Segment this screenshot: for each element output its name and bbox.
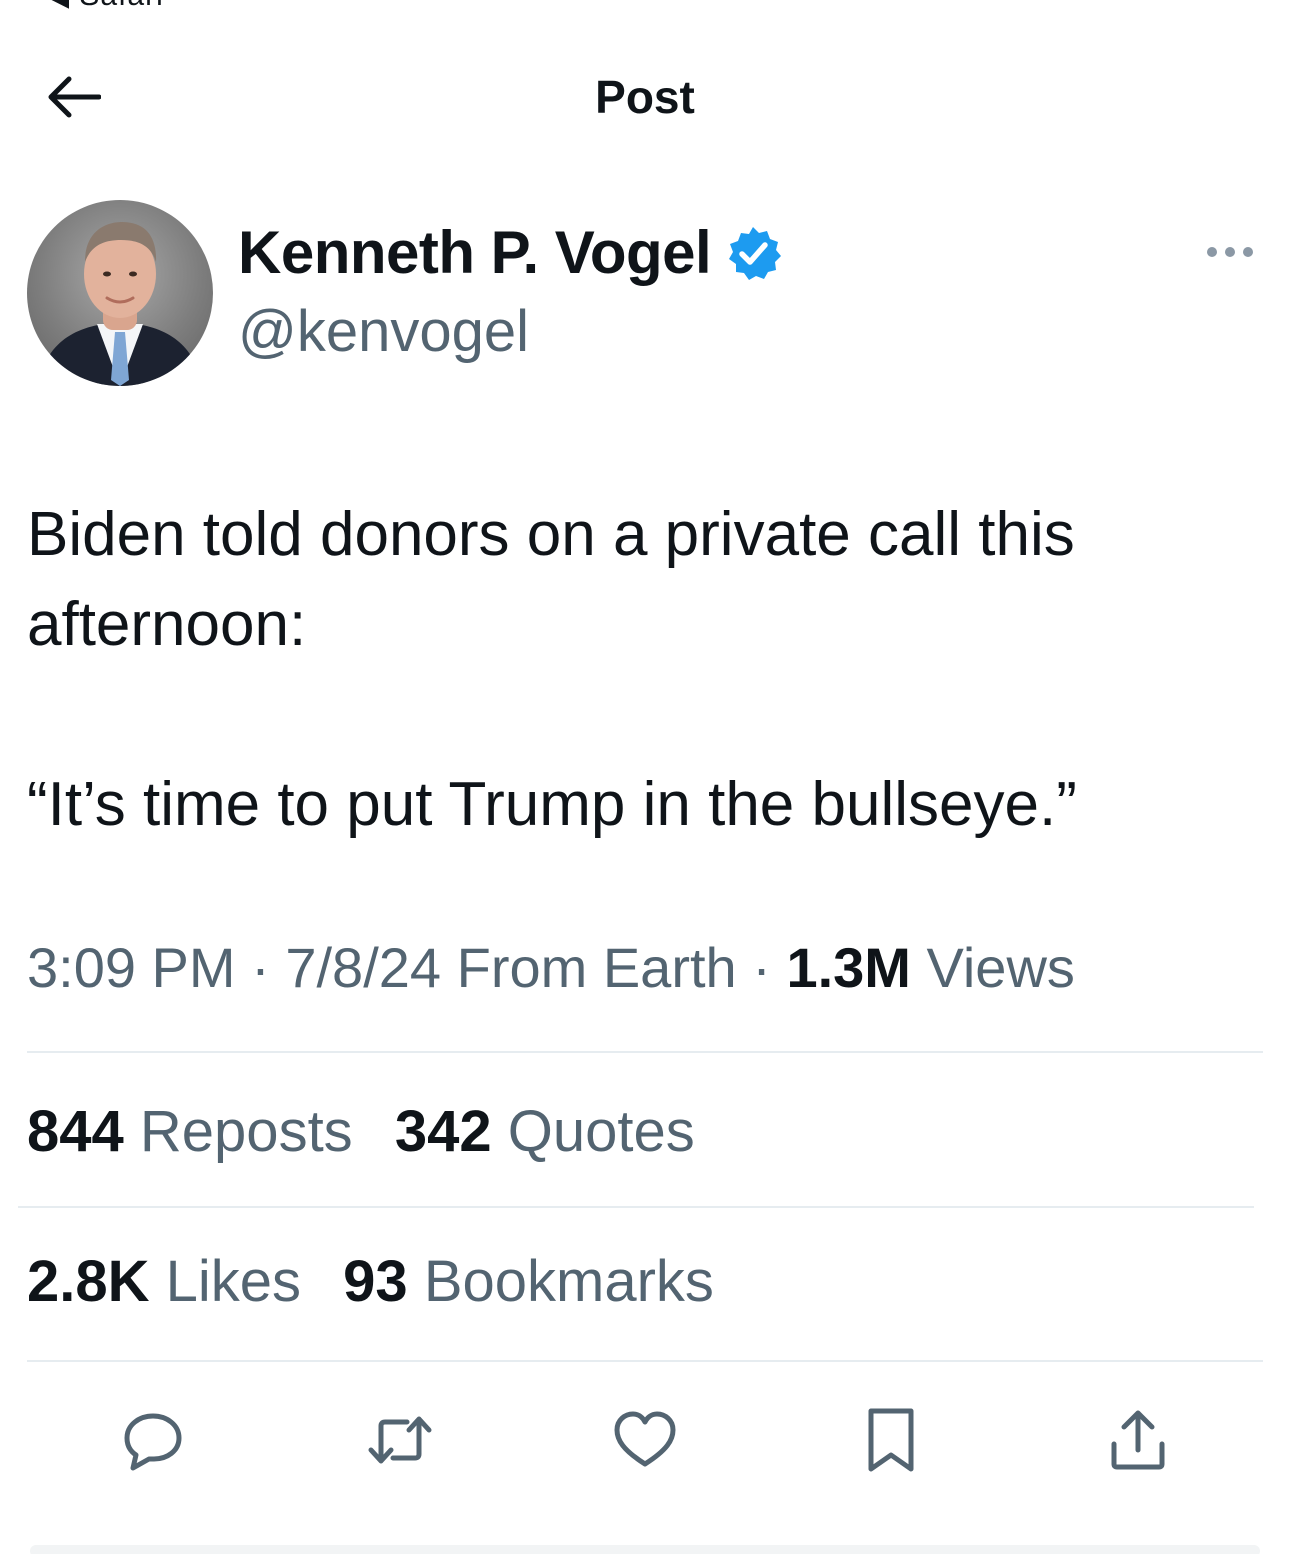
reply-button[interactable]	[113, 1400, 193, 1480]
avatar[interactable]	[27, 200, 213, 386]
share-button[interactable]	[1098, 1400, 1178, 1480]
post-source: From Earth	[456, 936, 737, 999]
post-text: Biden told donors on a private call this…	[27, 490, 1257, 850]
stats-row-likes-bookmarks: 2.8K Likes 93 Bookmarks	[27, 1248, 740, 1315]
post-meta: 3:09 PM · 7/8/24 From Earth · 1.3M Views	[27, 935, 1075, 1000]
meta-separator: ·	[752, 936, 771, 999]
quotes-label: Quotes	[507, 1099, 695, 1164]
more-options-button[interactable]	[1200, 232, 1260, 272]
likes-stat[interactable]: 2.8K Likes	[27, 1249, 317, 1314]
post-detail-screen: ◀ Safari Post Kenneth P. Vog	[0, 0, 1290, 1554]
post-text-quote: “It’s time to put Trump in the bullseye.…	[27, 770, 1077, 839]
bookmarks-label: Bookmarks	[423, 1249, 714, 1314]
status-back-to-app[interactable]: ◀ Safari	[46, 0, 164, 13]
post-date[interactable]: 7/8/24	[285, 936, 441, 999]
likes-label: Likes	[165, 1249, 302, 1314]
reposts-stat[interactable]: 844 Reposts	[27, 1099, 369, 1164]
bookmark-icon	[868, 1408, 914, 1472]
bookmarks-count: 93	[343, 1249, 408, 1314]
divider	[27, 1051, 1263, 1053]
status-back-app-label: Safari	[79, 0, 163, 12]
views-label: Views	[926, 936, 1075, 999]
verified-badge-icon	[729, 226, 782, 280]
repost-icon	[368, 1416, 432, 1464]
page-title: Post	[595, 71, 695, 123]
reposts-count: 844	[27, 1099, 124, 1164]
bookmarks-stat[interactable]: 93 Bookmarks	[343, 1249, 714, 1314]
repost-button[interactable]	[360, 1400, 440, 1480]
share-icon	[1111, 1410, 1165, 1470]
bookmark-button[interactable]	[851, 1400, 931, 1480]
author-name[interactable]: Kenneth P. Vogel	[238, 218, 712, 287]
meta-separator: ·	[251, 936, 270, 999]
reply-icon	[124, 1413, 182, 1471]
post-text-line: Biden told donors on a private call this…	[27, 500, 1075, 659]
reposts-label: Reposts	[139, 1099, 353, 1164]
author-name-row: Kenneth P. Vogel	[238, 218, 782, 287]
like-button[interactable]	[605, 1400, 685, 1480]
status-back-arrow-icon: ◀	[46, 0, 79, 12]
like-icon	[614, 1411, 676, 1467]
avatar-portrait	[37, 222, 203, 386]
post-time[interactable]: 3:09 PM	[27, 936, 236, 999]
author-handle[interactable]: @kenvogel	[238, 298, 529, 365]
divider	[18, 1206, 1254, 1208]
more-dots-icon	[1207, 247, 1253, 257]
quotes-count: 342	[394, 1099, 492, 1164]
likes-count: 2.8K	[27, 1249, 150, 1314]
stats-row-reposts-quotes: 844 Reposts 342 Quotes	[27, 1098, 721, 1165]
divider	[27, 1360, 1263, 1362]
action-bar	[0, 1400, 1290, 1480]
quotes-stat[interactable]: 342 Quotes	[395, 1099, 695, 1164]
next-content-edge	[30, 1545, 1260, 1554]
views-count: 1.3M	[786, 936, 911, 999]
